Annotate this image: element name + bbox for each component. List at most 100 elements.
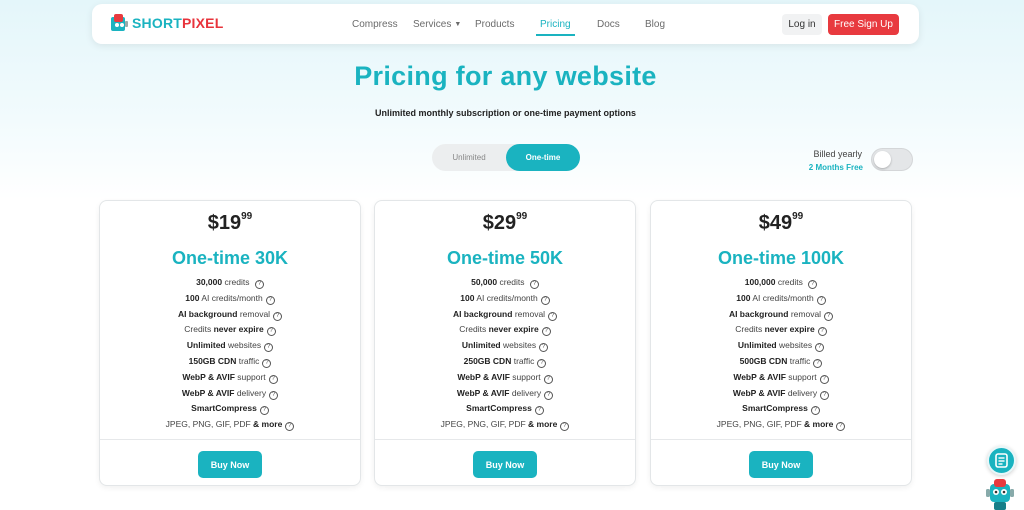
billed-yearly-switch[interactable]	[871, 148, 913, 171]
help-icon[interactable]: ?	[810, 406, 820, 416]
feature-ai-credits: 100 AI credits/month?	[651, 291, 911, 307]
chat-widget-button[interactable]	[987, 446, 1016, 475]
help-icon[interactable]: ?	[808, 280, 818, 289]
feature-smartcompress: SmartCompress?	[651, 401, 911, 417]
nav-item-services-label: Services	[413, 18, 452, 30]
toggle-one-time[interactable]: One-time	[506, 144, 580, 171]
feature-smartcompress: SmartCompress?	[375, 401, 635, 417]
feature-webp-delivery: WebP & AVIF delivery?	[375, 386, 635, 402]
feature-cdn: 500GB CDN traffic?	[651, 354, 911, 370]
price-dollars: $49	[758, 212, 793, 234]
help-icon[interactable]: ?	[813, 358, 823, 368]
help-icon[interactable]: ?	[259, 406, 269, 416]
help-icon[interactable]: ?	[836, 422, 846, 432]
help-icon[interactable]: ?	[268, 374, 278, 384]
feature-credits: 100,000 credits ?	[651, 275, 911, 291]
card-divider	[651, 439, 911, 440]
help-icon[interactable]: ?	[543, 374, 553, 384]
buy-now-button[interactable]: Buy Now	[749, 451, 813, 478]
help-icon[interactable]: ?	[824, 311, 834, 321]
login-button[interactable]: Log in	[782, 14, 822, 35]
shortpixel-logo[interactable]: SHORTPIXEL	[109, 13, 223, 33]
help-icon[interactable]: ?	[285, 422, 295, 432]
help-icon[interactable]: ?	[541, 327, 551, 337]
plan-name: One-time 50K	[446, 248, 564, 268]
plan-card-50k: $2999 One-time 50K 50,000 credits ? 100 …	[374, 200, 636, 486]
top-navbar: SHORTPIXEL Compress Services ▼ Products …	[92, 4, 919, 44]
help-icon[interactable]: ?	[548, 311, 558, 321]
help-icon[interactable]: ?	[262, 358, 272, 368]
price-dollars: $19	[207, 212, 242, 234]
help-icon[interactable]: ?	[816, 295, 826, 305]
price-cents: 99	[516, 211, 528, 222]
feature-never-expire: Credits never expire?	[375, 322, 635, 338]
help-icon[interactable]: ?	[540, 295, 550, 305]
help-icon[interactable]: ?	[544, 390, 554, 400]
chevron-down-icon: ▼	[454, 20, 462, 28]
help-icon[interactable]: ?	[269, 390, 279, 400]
feature-webp-support: WebP & AVIF support?	[375, 370, 635, 386]
plan-price: $2999	[375, 211, 635, 235]
help-icon[interactable]: ?	[264, 343, 274, 353]
free-signup-button[interactable]: Free Sign Up	[828, 14, 899, 35]
robot-icon	[986, 479, 1014, 510]
feature-credits: 50,000 credits ?	[375, 275, 635, 291]
billed-yearly-promo: 2 Months Free	[808, 163, 863, 172]
feature-list: 100,000 credits ? 100 AI credits/month? …	[651, 275, 911, 433]
card-divider	[375, 439, 635, 440]
help-icon[interactable]: ?	[819, 374, 829, 384]
feature-credits: 30,000 credits ?	[100, 275, 360, 291]
feature-unlimited-websites: Unlimited websites?	[100, 338, 360, 354]
help-icon[interactable]: ?	[534, 406, 544, 416]
plan-price: $4999	[651, 211, 911, 235]
switch-knob	[874, 151, 891, 168]
feature-list: 30,000 credits ? 100 AI credits/month? A…	[100, 275, 360, 433]
feature-list: 50,000 credits ? 100 AI credits/month? A…	[375, 275, 635, 433]
help-icon[interactable]: ?	[529, 280, 539, 289]
plan-price: $1999	[100, 211, 360, 235]
help-icon[interactable]: ?	[254, 280, 264, 289]
robot-assistant[interactable]	[984, 476, 1016, 510]
price-cents: 99	[241, 211, 253, 222]
feature-formats: JPEG, PNG, GIF, PDF & more?	[100, 417, 360, 433]
price-cents: 99	[792, 211, 804, 222]
feature-webp-delivery: WebP & AVIF delivery?	[651, 386, 911, 402]
chat-icon	[995, 453, 1008, 468]
page-title: Pricing for any website	[354, 61, 657, 91]
plan-type-toggle: Unlimited One-time	[432, 144, 580, 171]
feature-ai-background: AI background removal?	[375, 307, 635, 323]
help-icon[interactable]: ?	[265, 295, 275, 305]
feature-formats: JPEG, PNG, GIF, PDF & more?	[651, 417, 911, 433]
feature-ai-credits: 100 AI credits/month?	[375, 291, 635, 307]
toggle-unlimited[interactable]: Unlimited	[432, 144, 506, 171]
nav-item-pricing[interactable]: Pricing	[536, 4, 575, 44]
help-icon[interactable]: ?	[820, 390, 830, 400]
help-icon[interactable]: ?	[815, 343, 825, 353]
buy-now-button[interactable]: Buy Now	[473, 451, 537, 478]
help-icon[interactable]: ?	[817, 327, 827, 337]
nav-item-services[interactable]: Services ▼	[413, 4, 461, 44]
nav-item-products[interactable]: Products	[475, 4, 514, 44]
help-icon[interactable]: ?	[537, 358, 547, 368]
feature-never-expire: Credits never expire?	[651, 322, 911, 338]
nav-item-docs[interactable]: Docs	[597, 4, 620, 44]
help-icon[interactable]: ?	[266, 327, 276, 337]
help-icon[interactable]: ?	[539, 343, 549, 353]
nav-item-blog[interactable]: Blog	[645, 4, 665, 44]
feature-never-expire: Credits never expire?	[100, 322, 360, 338]
logo-text: SHORTPIXEL	[132, 15, 224, 31]
card-divider	[100, 439, 360, 440]
help-icon[interactable]: ?	[560, 422, 570, 432]
feature-unlimited-websites: Unlimited websites?	[651, 338, 911, 354]
plan-card-30k: $1999 One-time 30K 30,000 credits ? 100 …	[99, 200, 361, 486]
nav-item-compress[interactable]: Compress	[352, 4, 398, 44]
feature-unlimited-websites: Unlimited websites?	[375, 338, 635, 354]
help-icon[interactable]: ?	[273, 311, 283, 321]
billed-yearly-label: Billed yearly	[813, 149, 862, 159]
logo-icon	[111, 14, 128, 31]
feature-webp-support: WebP & AVIF support?	[651, 370, 911, 386]
feature-ai-background: AI background removal?	[100, 307, 360, 323]
feature-ai-credits: 100 AI credits/month?	[100, 291, 360, 307]
buy-now-button[interactable]: Buy Now	[198, 451, 262, 478]
feature-cdn: 150GB CDN traffic?	[100, 354, 360, 370]
